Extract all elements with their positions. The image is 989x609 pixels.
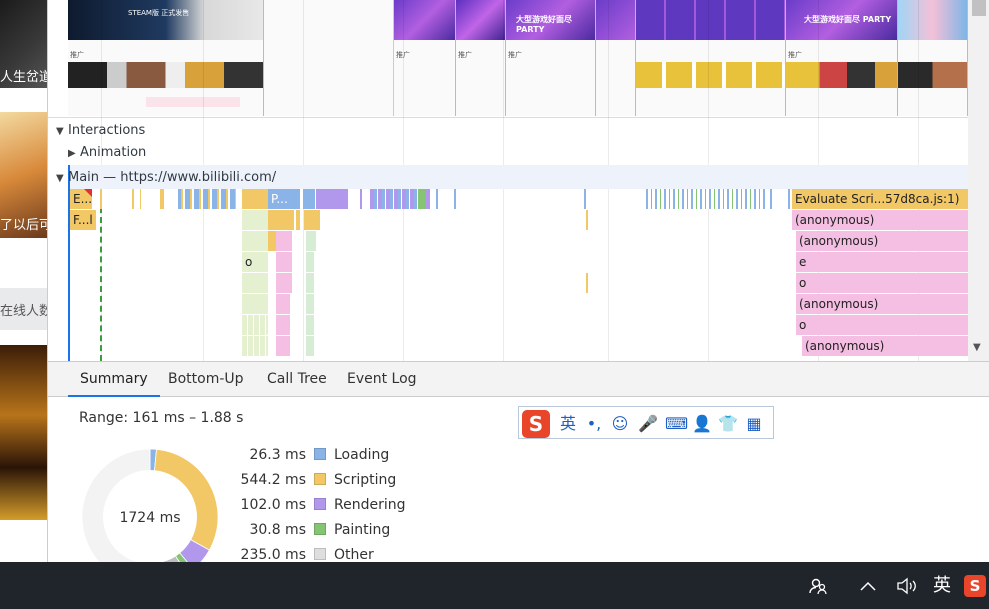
page-image-1[interactable]: 人生岔道: [0, 0, 47, 88]
flame-block[interactable]: F...l: [70, 210, 96, 230]
scrollbar-thumb[interactable]: [972, 0, 986, 16]
filmstrip-frame[interactable]: [898, 0, 968, 116]
filmstrip-frame[interactable]: 大型游戏好面尽 PARTY 推广: [786, 0, 898, 116]
devtools-performance-panel: STEAM版 正式发售 推广 推广 推广 大型游戏好面尽 PARTY 推广 大型…: [47, 0, 989, 586]
track-main[interactable]: ▼ Main — https://www.bilibili.com/: [56, 170, 276, 185]
scroll-down-arrow-icon[interactable]: ▼: [973, 342, 981, 353]
ime-emoji-icon[interactable]: ☺: [609, 412, 631, 436]
donut-total: 1724 ms: [119, 510, 180, 526]
online-count-box: 在线人数: [0, 288, 47, 330]
ime-skin-icon[interactable]: 👕: [717, 412, 739, 436]
flame-block[interactable]: o: [242, 252, 268, 272]
flame-scrollbar[interactable]: ▼: [968, 0, 989, 361]
flame-block-anonymous[interactable]: (anonymous): [796, 231, 968, 251]
other-swatch: [314, 548, 326, 560]
flame-block-o[interactable]: o: [796, 315, 968, 335]
legend-row-loading: 26.3 ms Loading: [249, 447, 390, 463]
frame-tag: 推广: [70, 51, 84, 59]
input-language-indicator[interactable]: 英: [928, 562, 956, 609]
frame-banner: STEAM版 正式发售: [128, 9, 190, 17]
ime-voice-icon[interactable]: 🎤: [637, 412, 659, 436]
flame-block-o[interactable]: o: [796, 273, 968, 293]
rendering-swatch: [314, 498, 326, 510]
tab-summary[interactable]: Summary: [68, 362, 160, 397]
ime-toolbox-icon[interactable]: ▦: [743, 412, 765, 436]
flame-block-anonymous[interactable]: (anonymous): [802, 336, 968, 356]
tab-call-tree[interactable]: Call Tree: [255, 362, 339, 397]
ime-punctuation-icon[interactable]: •,: [583, 412, 605, 436]
ime-keyboard-icon[interactable]: ⌨: [665, 412, 688, 436]
dom-content-loaded-marker: [100, 189, 102, 361]
flame-block[interactable]: P...: [268, 189, 300, 209]
screen: 人生岔道 了以后可 在线人数 STEAM版 正式发售 推广 推广 推广 大型游戏…: [0, 0, 989, 609]
range-text: Range: 161 ms – 1.88 s: [79, 410, 244, 426]
flame-block-e[interactable]: e: [796, 252, 968, 272]
sogou-icon[interactable]: S: [962, 562, 988, 609]
legend-row-rendering: 102.0 ms Rendering: [240, 497, 406, 513]
flame-block-evaluate-script[interactable]: Evaluate Scri...57d8ca.js:1): [792, 189, 968, 209]
page-image-2[interactable]: 了以后可: [0, 112, 47, 238]
filmstrip-frame[interactable]: [596, 0, 636, 116]
collapse-triangle-icon[interactable]: ▼: [56, 173, 68, 184]
filmstrip-frame[interactable]: [636, 0, 786, 116]
sogou-logo-icon[interactable]: S: [522, 410, 550, 438]
ime-lang-toggle[interactable]: 英: [557, 412, 579, 436]
track-animation[interactable]: ▶ Animation: [68, 145, 146, 160]
filmstrip-frame[interactable]: 推广: [456, 0, 506, 116]
screenshot-filmstrip[interactable]: STEAM版 正式发售 推广 推广 推广 大型游戏好面尽 PARTY 推广 大型…: [48, 0, 968, 118]
legend-row-painting: 30.8 ms Painting: [249, 522, 391, 538]
details-tab-bar: Summary Bottom-Up Call Tree Event Log: [48, 361, 989, 397]
scripting-swatch: [314, 473, 326, 485]
expand-triangle-icon[interactable]: ▶: [68, 148, 80, 159]
warning-marker: [84, 189, 92, 197]
page-image-3[interactable]: [0, 345, 47, 520]
collapse-triangle-icon[interactable]: ▼: [56, 126, 68, 137]
people-icon[interactable]: [804, 562, 832, 609]
summary-pane: Range: 161 ms – 1.88 s 1724 ms 26.3 ms Lo…: [48, 397, 989, 586]
webpage-strip: 人生岔道 了以后可 在线人数: [0, 0, 47, 562]
ime-user-icon[interactable]: 👤: [691, 412, 713, 436]
flame-block-anonymous[interactable]: (anonymous): [792, 210, 968, 230]
legend-row-scripting: 544.2 ms Scripting: [240, 472, 397, 488]
filmstrip-frame[interactable]: 大型游戏好面尽 PARTY 推广: [506, 0, 596, 116]
page-text-1: 人生岔道: [0, 70, 47, 85]
flame-chart[interactable]: E...) P... Evaluate Scri...57d8ca.js:1) …: [70, 189, 968, 361]
tab-bottom-up[interactable]: Bottom-Up: [156, 362, 256, 397]
windows-taskbar: 英 S: [0, 562, 989, 609]
page-text-3: 在线人数: [0, 304, 47, 319]
flame-block-anonymous[interactable]: (anonymous): [796, 294, 968, 314]
filmstrip-frame[interactable]: STEAM版 正式发售 推广: [68, 0, 264, 116]
page-text-2: 了以后可: [0, 218, 47, 233]
track-interactions[interactable]: ▼ Interactions: [56, 123, 145, 138]
volume-icon[interactable]: [894, 562, 920, 609]
painting-swatch: [314, 523, 326, 535]
ime-toolbar[interactable]: S 英 •, ☺ 🎤 ⌨ 👤 👕 ▦: [518, 406, 774, 439]
frame-banner: 大型游戏好面尽 PARTY: [516, 15, 572, 34]
loading-swatch: [314, 448, 326, 460]
chevron-up-icon[interactable]: [856, 562, 880, 609]
tab-event-log[interactable]: Event Log: [335, 362, 429, 397]
